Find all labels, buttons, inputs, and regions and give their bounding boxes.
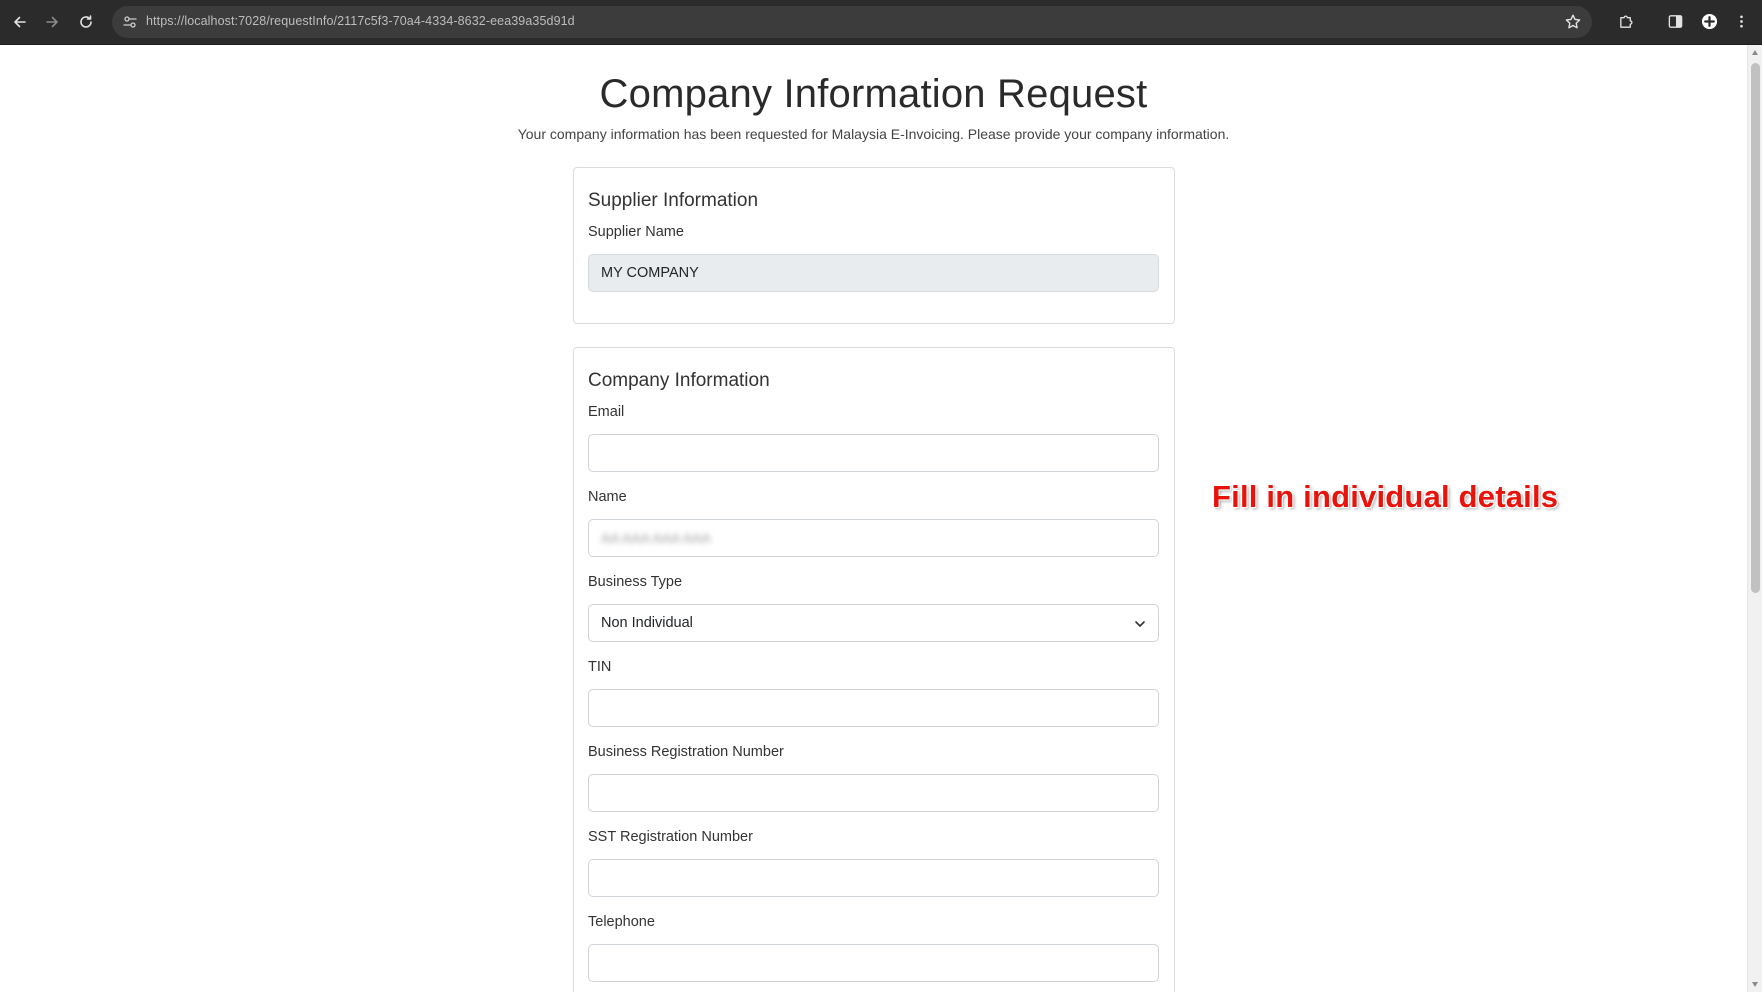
- business-type-label: Business Type: [588, 574, 683, 590]
- name-value-redacted: AA AAA AAA AAA: [601, 530, 711, 546]
- supplier-name-field: MY COMPANY: [588, 254, 1159, 292]
- company-section-title: Company Information: [588, 370, 770, 391]
- annotation-callout: Fill in individual details: [1212, 479, 1559, 514]
- supplier-name-value: MY COMPANY: [601, 265, 699, 281]
- url-text[interactable]: https://localhost:7028/requestInfo/2117c…: [146, 14, 575, 28]
- reload-icon: [80, 15, 92, 28]
- side-panel-icon: [1668, 14, 1682, 28]
- kebab-menu-icon: [1739, 14, 1743, 28]
- profile-icon: [1701, 13, 1717, 29]
- page-scrollbar[interactable]: [1747, 45, 1762, 992]
- profile-button[interactable]: [1698, 10, 1720, 32]
- email-label: Email: [588, 404, 625, 420]
- scrollbar-thumb[interactable]: [1751, 63, 1760, 593]
- side-panel-button[interactable]: [1664, 10, 1686, 32]
- telephone-field[interactable]: [588, 944, 1159, 982]
- company-information-card: Company Information Email Name AA AAA AA…: [573, 347, 1175, 992]
- address-bar[interactable]: https://localhost:7028/requestInfo/2117c…: [112, 6, 1592, 38]
- back-button[interactable]: [8, 10, 32, 34]
- tin-label: TIN: [588, 659, 612, 675]
- name-label: Name: [588, 489, 627, 505]
- sst-registration-number-field[interactable]: [588, 859, 1159, 897]
- page-title: Company Information Request: [599, 72, 1148, 116]
- business-registration-number-label: Business Registration Number: [588, 744, 784, 760]
- reload-button[interactable]: [74, 10, 98, 34]
- business-type-value: Non Individual: [601, 615, 693, 631]
- business-registration-number-field[interactable]: [588, 774, 1159, 812]
- forward-button[interactable]: [40, 10, 64, 34]
- page-subtitle: Your company information has been reques…: [517, 126, 1230, 142]
- scroll-up-arrow-icon[interactable]: [1752, 50, 1758, 55]
- extensions-button[interactable]: [1615, 10, 1637, 32]
- supplier-section-title: Supplier Information: [588, 190, 759, 211]
- name-field[interactable]: AA AAA AAA AAA: [588, 519, 1159, 557]
- arrow-right-icon: [46, 16, 58, 28]
- business-type-select[interactable]: Non Individual: [588, 604, 1159, 642]
- supplier-information-card: Supplier Information Supplier Name MY CO…: [573, 167, 1175, 324]
- telephone-label: Telephone: [588, 914, 655, 930]
- scroll-down-arrow-icon[interactable]: [1752, 982, 1758, 987]
- browser-toolbar: https://localhost:7028/requestInfo/2117c…: [0, 0, 1762, 45]
- chevron-down-icon: [1135, 621, 1145, 627]
- tin-field[interactable]: [588, 689, 1159, 727]
- page-viewport: Company Information Request Your company…: [0, 45, 1762, 992]
- supplier-name-label: Supplier Name: [588, 224, 684, 240]
- browser-menu-button[interactable]: [1730, 10, 1752, 32]
- arrow-left-icon: [14, 16, 26, 28]
- site-settings-icon[interactable]: [122, 14, 138, 30]
- star-icon[interactable]: [1564, 13, 1582, 31]
- email-field[interactable]: [588, 434, 1159, 472]
- sst-registration-number-label: SST Registration Number: [588, 829, 753, 845]
- puzzle-icon: [1619, 15, 1632, 28]
